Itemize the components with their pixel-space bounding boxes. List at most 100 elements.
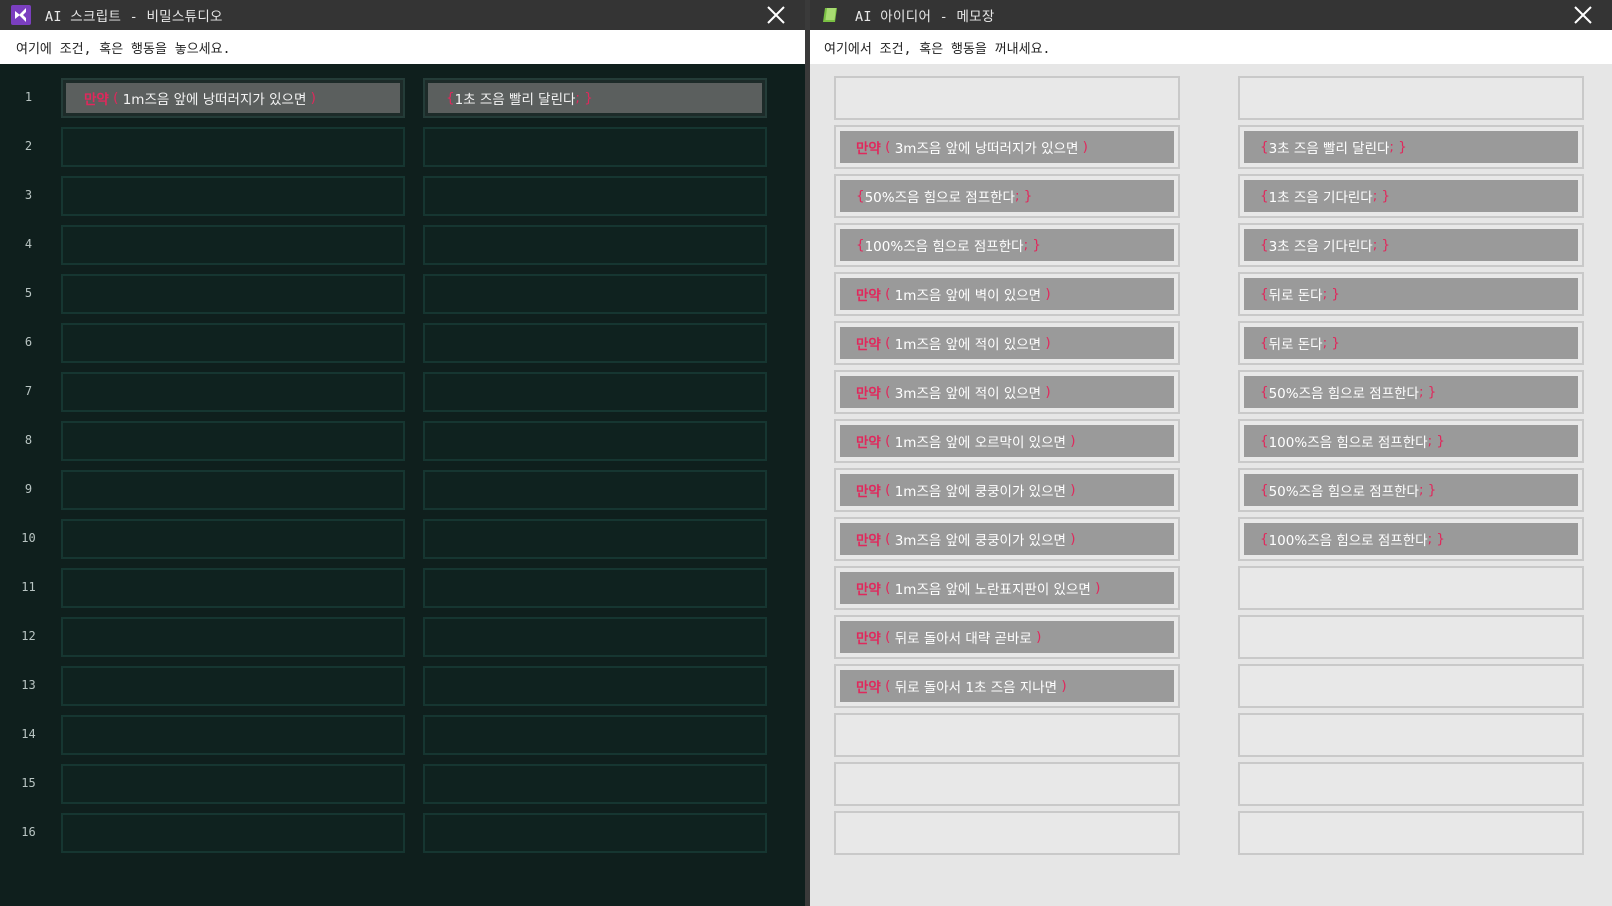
action-slot[interactable]	[423, 372, 767, 412]
condition-slot[interactable]	[61, 176, 405, 216]
palette-block[interactable]: {50%즈음 힘으로 점프한다; }	[1244, 376, 1578, 408]
palette-condition-slot[interactable]: 만약 ( 1m즈음 앞에 오르막이 있으면 )	[834, 419, 1180, 463]
line-number: 12	[21, 629, 36, 643]
condition-slot[interactable]	[61, 225, 405, 265]
action-slot[interactable]	[423, 225, 767, 265]
palette-action-slot[interactable]	[1238, 811, 1584, 855]
palette-condition-slot[interactable]: 만약 ( 1m즈음 앞에 노란표지판이 있으면 )	[834, 566, 1180, 610]
palette-condition-slot[interactable]: {100%즈음 힘으로 점프한다; }	[834, 223, 1180, 267]
palette-condition-slot[interactable]: 만약 ( 1m즈음 앞에 쿵쿵이가 있으면 )	[834, 468, 1180, 512]
condition-slot[interactable]	[61, 715, 405, 755]
palette-block[interactable]: {뒤로 돈다; }	[1244, 327, 1578, 359]
palette-block[interactable]: 만약 ( 3m즈음 앞에 적이 있으면 )	[840, 376, 1174, 408]
palette-condition-slot[interactable]: 만약 ( 1m즈음 앞에 적이 있으면 )	[834, 321, 1180, 365]
palette-block[interactable]: 만약 ( 1m즈음 앞에 벽이 있으면 )	[840, 278, 1174, 310]
open-bracket: {	[1260, 335, 1269, 351]
action-slot[interactable]: {1초 즈음 빨리 달린다; }	[423, 78, 767, 118]
palette-block[interactable]: 만약 ( 뒤로 돌아서 1초 즈음 지나면 )	[840, 670, 1174, 702]
action-slot[interactable]	[423, 127, 767, 167]
condition-slot[interactable]	[61, 372, 405, 412]
palette-condition-slot[interactable]	[834, 762, 1180, 806]
palette-condition-slot[interactable]: 만약 ( 1m즈음 앞에 벽이 있으면 )	[834, 272, 1180, 316]
action-slot[interactable]	[423, 764, 767, 804]
script-row: 12	[0, 617, 805, 661]
condition-block[interactable]: 만약 ( 1m즈음 앞에 낭떠러지가 있으면 )	[66, 83, 400, 113]
palette-condition-slot[interactable]: 만약 ( 3m즈음 앞에 쿵쿵이가 있으면 )	[834, 517, 1180, 561]
palette-action-slot[interactable]: {3초 즈음 기다린다; }	[1238, 223, 1584, 267]
palette-block[interactable]: {100%즈음 힘으로 점프한다; }	[1244, 523, 1578, 555]
condition-slot[interactable]	[61, 127, 405, 167]
palette-action-slot[interactable]: {100%즈음 힘으로 점프한다; }	[1238, 517, 1584, 561]
condition-slot[interactable]	[61, 274, 405, 314]
palette-action-slot[interactable]: {100%즈음 힘으로 점프한다; }	[1238, 419, 1584, 463]
condition-slot[interactable]	[61, 617, 405, 657]
palette-block[interactable]: 만약 ( 1m즈음 앞에 적이 있으면 )	[840, 327, 1174, 359]
action-slot[interactable]	[423, 421, 767, 461]
palette-block[interactable]: 만약 ( 1m즈음 앞에 쿵쿵이가 있으면 )	[840, 474, 1174, 506]
palette-action-slot[interactable]	[1238, 76, 1584, 120]
block-text: 뒤로 돌아서 1초 즈음 지나면	[890, 680, 1062, 696]
action-slot[interactable]	[423, 323, 767, 363]
condition-slot[interactable]	[61, 421, 405, 461]
palette-condition-slot[interactable]	[834, 811, 1180, 855]
block-text: 100%즈음 힘으로 점프한다	[1268, 435, 1428, 451]
palette-block[interactable]: {3초 즈음 빨리 달린다; }	[1244, 131, 1578, 163]
palette-action-slot[interactable]: {뒤로 돈다; }	[1238, 321, 1584, 365]
palette-action-slot[interactable]: {1초 즈음 기다린다; }	[1238, 174, 1584, 218]
left-close-icon[interactable]	[765, 4, 787, 26]
close-bracket: )	[1045, 384, 1051, 400]
action-slot[interactable]	[423, 617, 767, 657]
action-slot[interactable]	[423, 568, 767, 608]
if-keyword: 만약	[856, 631, 881, 647]
condition-slot[interactable]	[61, 568, 405, 608]
action-slot[interactable]	[423, 274, 767, 314]
palette-condition-slot[interactable]: 만약 ( 뒤로 돌아서 1초 즈음 지나면 )	[834, 664, 1180, 708]
palette-condition-slot[interactable]: 만약 ( 3m즈음 앞에 낭떠러지가 있으면 )	[834, 125, 1180, 169]
palette-block[interactable]: 만약 ( 1m즈음 앞에 노란표지판이 있으면 )	[840, 572, 1174, 604]
close-bracket: ; }	[1023, 237, 1041, 253]
condition-slot[interactable]: 만약 ( 1m즈음 앞에 낭떠러지가 있으면 )	[61, 78, 405, 118]
palette-condition-slot[interactable]: 만약 ( 3m즈음 앞에 적이 있으면 )	[834, 370, 1180, 414]
condition-slot[interactable]	[61, 323, 405, 363]
palette-block[interactable]: {50%즈음 힘으로 점프한다; }	[1244, 474, 1578, 506]
palette-action-slot[interactable]	[1238, 664, 1584, 708]
condition-slot[interactable]	[61, 470, 405, 510]
palette-condition-slot[interactable]: {50%즈음 힘으로 점프한다; }	[834, 174, 1180, 218]
palette-action-slot[interactable]: {50%즈음 힘으로 점프한다; }	[1238, 370, 1584, 414]
action-block[interactable]: {1초 즈음 빨리 달린다; }	[428, 83, 762, 113]
palette-block[interactable]: 만약 ( 1m즈음 앞에 오르막이 있으면 )	[840, 425, 1174, 457]
if-keyword: 만약	[856, 484, 881, 500]
palette-action-slot[interactable]	[1238, 713, 1584, 757]
condition-slot[interactable]	[61, 519, 405, 559]
palette-condition-slot[interactable]: 만약 ( 뒤로 돌아서 대략 곧바로 )	[834, 615, 1180, 659]
palette-action-slot[interactable]	[1238, 566, 1584, 610]
palette-action-slot[interactable]: {뒤로 돈다; }	[1238, 272, 1584, 316]
palette-condition-slot[interactable]	[834, 76, 1180, 120]
palette-block[interactable]: 만약 ( 3m즈음 앞에 낭떠러지가 있으면 )	[840, 131, 1174, 163]
palette-block[interactable]: 만약 ( 3m즈음 앞에 쿵쿵이가 있으면 )	[840, 523, 1174, 555]
action-slot[interactable]	[423, 176, 767, 216]
palette-block[interactable]: {50%즈음 힘으로 점프한다; }	[840, 180, 1174, 212]
palette-action-slot[interactable]: {3초 즈음 빨리 달린다; }	[1238, 125, 1584, 169]
action-slot[interactable]	[423, 715, 767, 755]
close-bracket: )	[1082, 139, 1088, 155]
palette-block[interactable]: {1초 즈음 기다린다; }	[1244, 180, 1578, 212]
condition-slot[interactable]	[61, 764, 405, 804]
palette-block[interactable]: {100%즈음 힘으로 점프한다; }	[840, 229, 1174, 261]
palette-block[interactable]: {100%즈음 힘으로 점프한다; }	[1244, 425, 1578, 457]
condition-slot[interactable]	[61, 666, 405, 706]
action-slot[interactable]	[423, 470, 767, 510]
palette-condition-slot[interactable]	[834, 713, 1180, 757]
action-slot[interactable]	[423, 666, 767, 706]
action-slot[interactable]	[423, 519, 767, 559]
action-slot[interactable]	[423, 813, 767, 853]
palette-block[interactable]: {3초 즈음 기다린다; }	[1244, 229, 1578, 261]
block-text: 1m즈음 앞에 쿵쿵이가 있으면	[890, 484, 1071, 500]
palette-action-slot[interactable]: {50%즈음 힘으로 점프한다; }	[1238, 468, 1584, 512]
right-close-icon[interactable]	[1572, 4, 1594, 26]
palette-action-slot[interactable]	[1238, 762, 1584, 806]
palette-block[interactable]: {뒤로 돈다; }	[1244, 278, 1578, 310]
palette-block[interactable]: 만약 ( 뒤로 돌아서 대략 곧바로 )	[840, 621, 1174, 653]
condition-slot[interactable]	[61, 813, 405, 853]
palette-action-slot[interactable]	[1238, 615, 1584, 659]
